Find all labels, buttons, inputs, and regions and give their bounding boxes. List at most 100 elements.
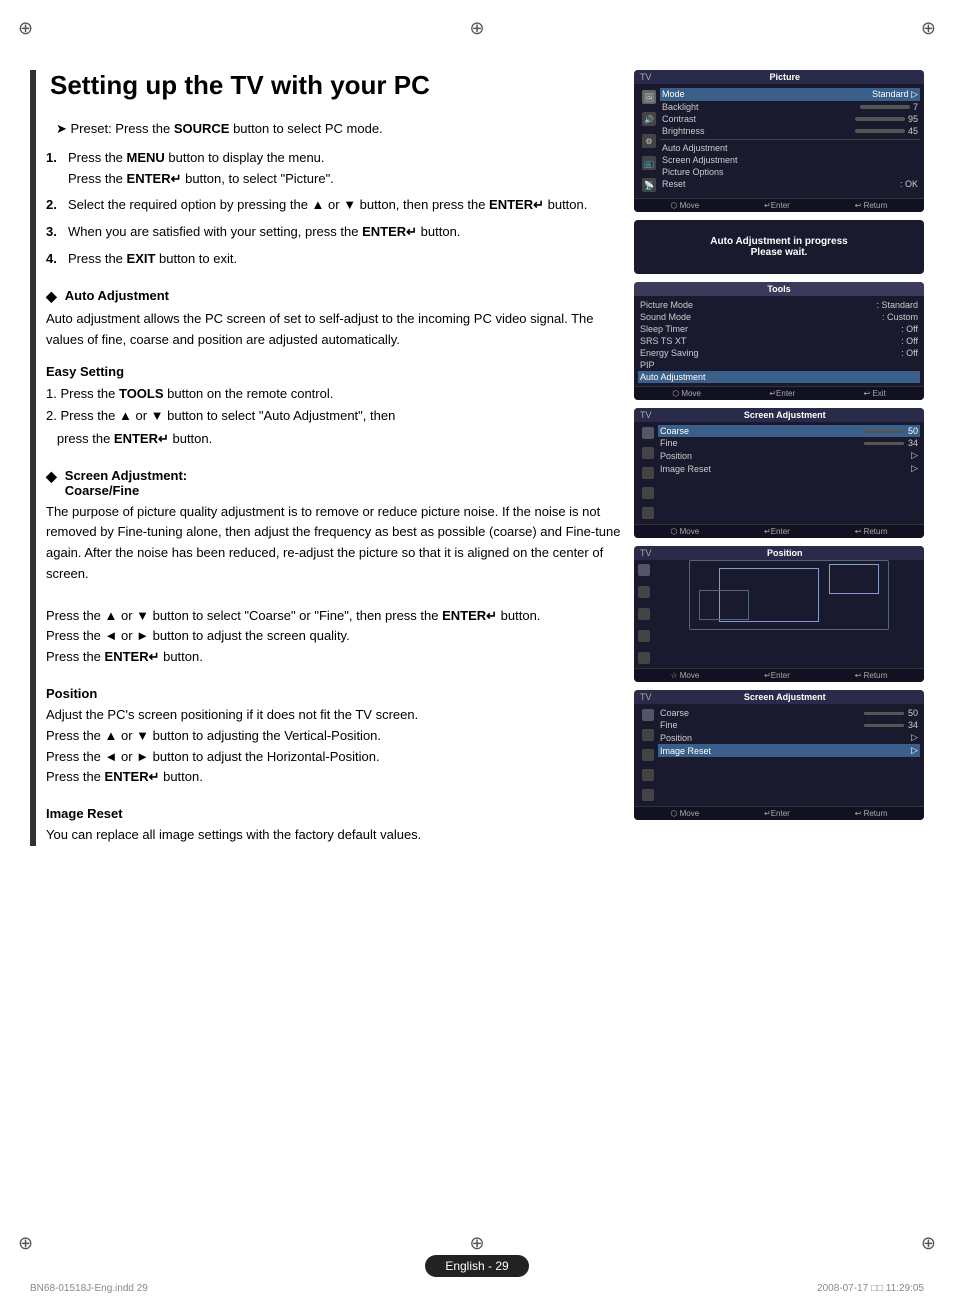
pos-small-rect-bl [699,590,749,620]
pos-footer: ☆ Move ↵Enter ↩ Return [634,668,924,682]
menu-item-reset: Reset : OK [660,178,920,190]
tools-footer: ⬡ Move ↵Enter ↩ Exit [634,386,924,400]
image-reset-section: Image Reset You can replace all image se… [46,806,624,846]
arrow-sym: ➤ [56,121,71,136]
sa2-header: TV Screen Adjustment [634,690,924,704]
main-text-content: Setting up the TV with your PC ➤ Preset:… [46,70,634,846]
tv-picture-footer: ⬡ Move ↵Enter ↩ Return [634,198,924,212]
page-number-badge: English - 29 [425,1255,528,1277]
sa2-menu: Coarse 50 Fine 34 [658,707,920,803]
menu-item-screen-adj: Screen Adjustment [660,154,920,166]
sa2-footer: ⬡ Move ↵Enter ↩ Return [634,806,924,820]
auto-adj-dialog: Auto Adjustment in progress Please wait. [634,220,924,274]
step-4-num: 4. [46,249,62,270]
menu-item-contrast: Contrast 95 [660,113,920,125]
crosshair-tr-icon: ⊕ [921,18,936,39]
crosshair-tc-icon: ⊕ [469,18,484,39]
sa2-sidebar [638,707,658,803]
sa1-header: TV Screen Adjustment [634,408,924,422]
tools-item-sleep-timer: Sleep Timer : Off [640,323,918,335]
tv-picture-sidebar: 🖼 🔊 ⚙ 📺 📡 [638,88,660,194]
pos-content [634,560,924,668]
position-section: Position Adjust the PC's screen position… [46,686,624,788]
sa1-body: Coarse 50 Fine 34 [634,422,924,524]
sa2-item-position: Position ▷ [658,731,920,744]
position-title: Position [46,686,624,701]
tools-item-auto-adj: Auto Adjustment [638,371,920,383]
footer-meta: BN68-01518J-Eng.indd 29 2008-07-17 □□ 11… [0,1283,954,1294]
step-3-text: When you are satisfied with your setting… [68,222,624,243]
sa1-item-coarse: Coarse 50 [658,425,920,437]
pos-sidebar [634,560,654,668]
step-3: 3. When you are satisfied with your sett… [46,222,624,243]
sa1-item-position: Position ▷ [658,449,920,462]
tv-picture-header: TV Picture [634,70,924,84]
sidebar-icon-4: 📺 [642,156,656,170]
menu-item-backlight: Backlight 7 [660,101,920,113]
sa2-item-image-reset: Image Reset ▷ [658,744,920,757]
page-number-label: English - 29 [445,1259,508,1273]
easy-step-2: 2. Press the ▲ or ▼ button to select "Au… [46,405,624,449]
easy-setting-title: Easy Setting [46,364,624,379]
auto-adjustment-section: ◆ Auto Adjustment Auto adjustment allows… [46,288,624,450]
tools-item-energy: Energy Saving : Off [640,347,918,359]
pos-diagram [689,560,889,630]
crosshair-bc-icon: ⊕ [469,1233,484,1254]
auto-adjustment-body: Auto adjustment allows the PC screen of … [46,309,624,351]
sidebar-icon-5: 📡 [642,178,656,192]
sidebar-icon-1: 🖼 [642,90,656,104]
image-reset-body: You can replace all image settings with … [46,825,624,846]
page-footer: English - 29 BN68-01518J-Eng.indd 29 200… [0,1255,954,1294]
tools-item-srs: SRS TS XT : Off [640,335,918,347]
auto-adjustment-title: ◆ Auto Adjustment [46,288,624,305]
sidebar-icon-3: ⚙ [642,134,656,148]
step-2-text: Select the required option by pressing t… [68,195,624,216]
sidebar-icon-2: 🔊 [642,112,656,126]
tv-picture-panel: TV Picture 🖼 🔊 ⚙ 📺 📡 Mode [634,70,924,212]
sa2-item-fine: Fine 34 [658,719,920,731]
sa1-footer: ⬡ Move ↵Enter ↩ Return [634,524,924,538]
position-panel: TV Position [634,546,924,682]
screen-adjustment-section: ◆ Screen Adjustment:Coarse/Fine The purp… [46,468,624,668]
easy-step-1: 1. Press the TOOLS button on the remote … [46,383,624,405]
tools-item-picture-mode: Picture Mode : Standard [640,299,918,311]
step-1-num: 1. [46,148,62,190]
menu-item-picture-opts: Picture Options [660,166,920,178]
sa1-item-image-reset: Image Reset ▷ [658,462,920,475]
tools-panel: Tools Picture Mode : Standard Sound Mode… [634,282,924,400]
tools-body: Picture Mode : Standard Sound Mode : Cus… [634,296,924,386]
date-info: 2008-07-17 □□ 11:29:05 [817,1283,924,1294]
picture-panel-title: Picture [770,72,801,82]
step-2-num: 2. [46,195,62,216]
left-accent-bar [30,70,36,846]
page-title: Setting up the TV with your PC [46,70,624,101]
pos-small-rect-tr [829,564,879,594]
screen-adj-body: The purpose of picture quality adjustmen… [46,502,624,668]
preset-text: Preset: Press the SOURCE button to selec… [71,121,383,136]
menu-item-mode: Mode Standard ▷ [660,88,920,101]
step-1-text: Press the MENU button to display the men… [68,148,624,190]
tools-panel-header: Tools [634,282,924,296]
crosshair-tl-icon: ⊕ [18,18,33,39]
sa2-item-coarse: Coarse 50 [658,707,920,719]
sa1-item-fine: Fine 34 [658,437,920,449]
menu-item-brightness: Brightness 45 [660,125,920,137]
sa2-body: Coarse 50 Fine 34 [634,704,924,806]
tools-item-sound-mode: Sound Mode : Custom [640,311,918,323]
menu-item-auto-adj: Auto Adjustment [660,142,920,154]
right-panels: TV Picture 🖼 🔊 ⚙ 📺 📡 Mode [634,70,924,846]
pos-main [654,560,924,630]
screen-adj-panel-2: TV Screen Adjustment Coarse [634,690,924,820]
tools-item-pip: PIP [640,359,918,371]
easy-setting-block: Easy Setting 1. Press the TOOLS button o… [46,364,624,449]
auto-adj-line1: Auto Adjustment in progress [644,236,914,247]
sa1-menu: Coarse 50 Fine 34 [658,425,920,521]
step-1: 1. Press the MENU button to display the … [46,148,624,190]
step-4-text: Press the EXIT button to exit. [68,249,624,270]
page-container: ⊕ ⊕ ⊕ ⊕ ⊕ ⊕ Setting up the TV with your … [0,0,954,1314]
step-3-num: 3. [46,222,62,243]
image-reset-title: Image Reset [46,806,624,821]
position-body: Adjust the PC's screen positioning if it… [46,705,624,788]
crosshair-bl-icon: ⊕ [18,1233,33,1254]
instructions-block: ➤ Preset: Press the SOURCE button to sel… [46,119,624,270]
